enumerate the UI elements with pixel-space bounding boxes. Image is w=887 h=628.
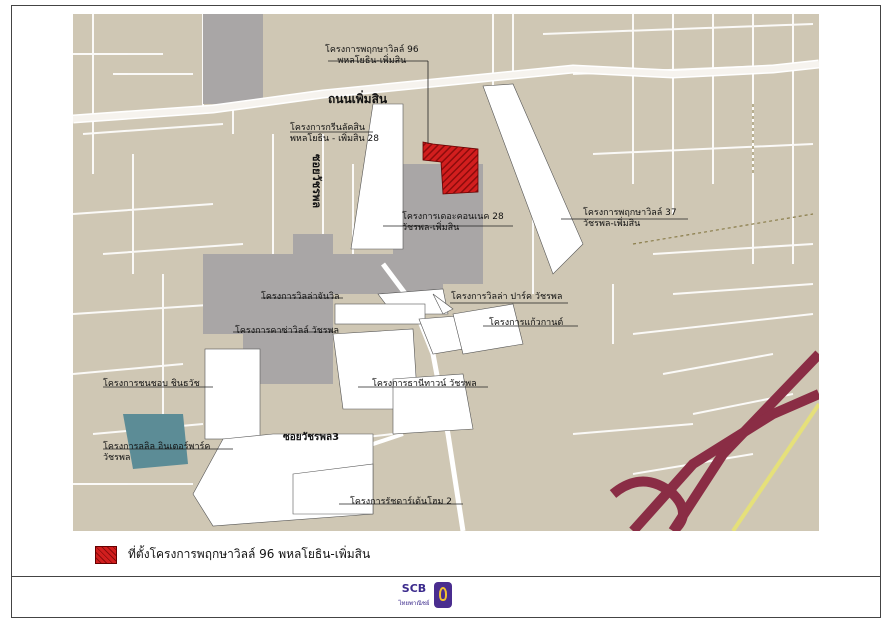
label-project-connect: โครงการเดอะคอนเนค 28 วัชรพล-เพิ่มสิน [402,212,504,233]
road-label-soi3: ซอยวัชรพล3 [283,432,340,443]
road-label-phermsin: ถนนเพิ่มสิน [328,92,388,106]
legend-text: ที่ตั้งโครงการพฤกษาวิลล์ 96 พหลโยธิน-เพิ… [128,547,371,561]
label-project-villa-janvil: โครงการวิลล่าจันวิล [261,292,340,302]
label-project-casaville: โครงการคาซ่าวิลล์ วัชรพล [235,326,340,336]
label-project-ratchada: โครงการรัชดาร์เด้นโฮม 2 [350,497,453,507]
legend-swatch [95,546,117,564]
label-project-greenlux: โครงการกรีนลัคสิน พหลโยธิน - เพิ่มสิน 28 [290,123,380,144]
label-project-kaewkarn: โครงการแก้วกานต์ [489,318,564,328]
road-label-watcharaphon: ซอยวัชรพล [310,154,323,209]
label-project-thanitown: โครงการธานีทาวน์ วัชรพล [372,379,477,389]
scb-logo: SCB ไทยพาณิชย์ [396,580,456,616]
label-project-96: โครงการพฤกษาวิลล์ 96 พหลโยธิน-เพิ่มสิน [325,45,419,66]
label-project-villa-park: โครงการวิลล่า ปาร์ค วัชรพล [451,292,563,302]
footer-divider [11,576,881,577]
label-project-lalin: โครงการลลิล อินเตอร์พาร์ค วัชรพล [103,442,211,463]
label-project-37: โครงการพฤกษาวิลล์ 37 วัชรพล-เพิ่มสิน [583,208,677,229]
label-project-chonchob: โครงการชนชอบ ชินธวัช [103,379,200,389]
logo-sub: ไทยพาณิชย์ [398,600,430,607]
logo-name: SCB [401,582,427,595]
logo-emblem-icon [434,582,452,608]
